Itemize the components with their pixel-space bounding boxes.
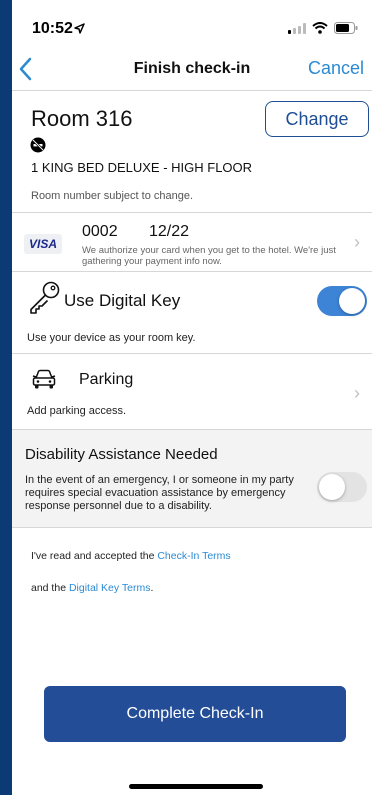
complete-check-in-button[interactable]: Complete Check-In xyxy=(44,686,346,742)
no-smoking-icon xyxy=(30,137,46,153)
terms-line-2: and the Digital Key Terms. xyxy=(31,582,153,594)
divider xyxy=(12,429,372,430)
disability-toggle[interactable] xyxy=(317,472,367,502)
room-note: Room number subject to change. xyxy=(31,190,194,202)
visa-card-icon: VISA xyxy=(24,234,62,254)
cellular-signal-icon xyxy=(288,22,306,34)
room-title: Room 316 xyxy=(31,106,133,131)
chevron-right-icon: › xyxy=(354,232,360,252)
parking-subtitle: Add parking access. xyxy=(27,405,127,417)
key-icon xyxy=(30,281,60,314)
location-arrow-icon xyxy=(74,23,85,34)
payment-note: We authorize your card when you get to t… xyxy=(82,245,336,267)
room-type: 1 KING BED DELUXE - HIGH FLOOR xyxy=(31,160,253,175)
digital-key-terms-link[interactable]: Digital Key Terms xyxy=(69,582,151,594)
parking-label: Parking xyxy=(79,371,134,388)
terms-suffix: . xyxy=(150,582,154,594)
divider xyxy=(12,212,372,213)
change-room-button[interactable]: Change xyxy=(265,101,369,137)
divider xyxy=(12,527,372,528)
card-expiry: 12/22 xyxy=(149,223,190,240)
terms-prefix: and the xyxy=(31,582,69,594)
card-number: 0002 xyxy=(82,223,118,240)
divider xyxy=(12,90,372,91)
digital-key-subtitle: Use your device as your room key. xyxy=(27,332,196,344)
cancel-button[interactable]: Cancel xyxy=(308,58,364,79)
divider xyxy=(12,271,372,272)
wifi-icon xyxy=(312,22,328,34)
battery-icon xyxy=(334,22,358,34)
terms-prefix: I've read and accepted the xyxy=(31,550,158,562)
divider xyxy=(12,353,372,354)
status-time: 10:52 xyxy=(32,20,73,37)
chevron-right-icon: › xyxy=(354,383,360,403)
car-icon xyxy=(32,369,56,389)
home-indicator xyxy=(129,784,263,789)
status-bar: 10:52 xyxy=(12,0,372,46)
disability-description: In the event of an emergency, I or someo… xyxy=(25,474,294,512)
digital-key-toggle[interactable] xyxy=(317,286,367,316)
check-in-terms-link[interactable]: Check-In Terms xyxy=(157,550,230,562)
digital-key-label: Use Digital Key xyxy=(64,291,181,310)
checkin-sheet: 10:52 Finish check-in Cancel Room 316 Ch… xyxy=(12,0,372,795)
nav-bar: Finish check-in Cancel xyxy=(12,52,372,88)
terms-line-1: I've read and accepted the Check-In Term… xyxy=(31,550,231,562)
disability-title: Disability Assistance Needed xyxy=(25,446,218,463)
